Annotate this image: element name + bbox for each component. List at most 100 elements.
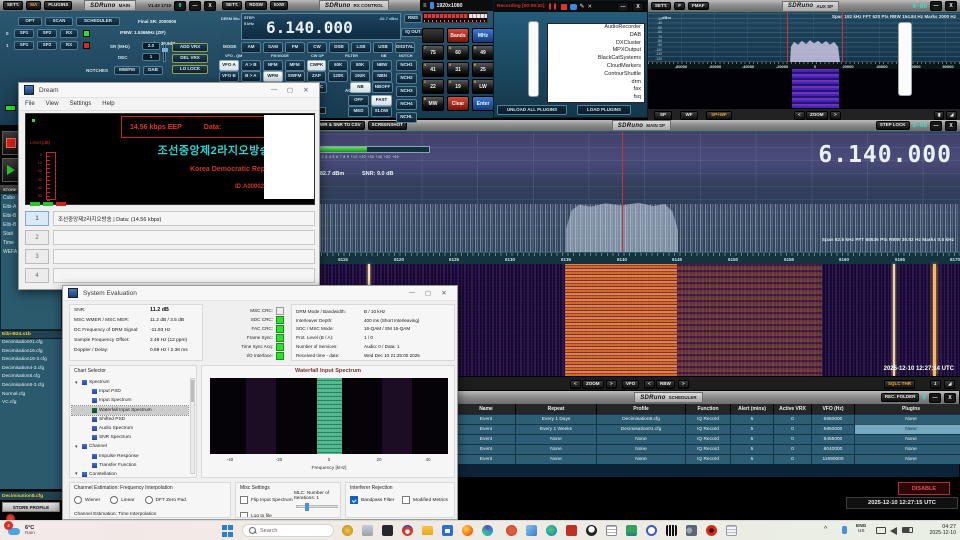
rx-grid-button[interactable]: A > B <box>241 60 261 71</box>
notch-button[interactable]: NCH3 <box>396 86 417 97</box>
rx-grid-button[interactable]: SWFM <box>285 71 305 82</box>
fmaf-button[interactable]: FMAF <box>688 2 709 11</box>
scheduler-cell[interactable]: None <box>597 454 686 464</box>
keypad-key[interactable]: 860 <box>447 45 469 60</box>
plugin-list-item[interactable]: fax <box>548 86 644 94</box>
tree-item[interactable]: SNR Spectrum <box>72 433 188 442</box>
speaker-tray-icon[interactable] <box>890 527 897 535</box>
scheduler-row[interactable]: EventEvery 1 DaysDecimisation8.cfgIQ Rec… <box>457 414 960 424</box>
tree-item[interactable]: Impulse Response <box>72 452 188 461</box>
ma-button[interactable]: MA <box>26 1 41 10</box>
disable-button[interactable]: DISABLE <box>898 482 950 495</box>
scheduler-cell[interactable]: 5 <box>731 444 774 454</box>
store-profile-button[interactable]: STORE PROFILE <box>2 502 60 512</box>
profile-list-item[interactable]: Decimisation01.cfg <box>0 339 62 348</box>
mlc-slider-thumb[interactable] <box>305 503 309 511</box>
close-icon[interactable]: X <box>945 1 957 11</box>
modified-metrics-option[interactable]: Modified Metrics <box>402 496 448 504</box>
settings-button[interactable]: SETT. <box>222 1 242 10</box>
scheduler-cell[interactable]: Decimisation8.cfg <box>597 414 686 424</box>
vrx0-sp1-button[interactable]: SP1 <box>14 29 34 38</box>
close-icon[interactable]: X <box>944 393 956 403</box>
scheduler-cell[interactable]: 5850000 <box>812 424 855 434</box>
aux-spectrum[interactable]: dBm -30-40-50-60-70-80-90-100-110-120 Sp… <box>648 12 960 62</box>
record-tray-icon[interactable] <box>706 525 717 536</box>
frequency-display[interactable]: STEP: 5 kHz 6.140.000 -82.7 dBm <box>241 13 401 40</box>
notch-button[interactable]: NCH1 <box>396 60 417 71</box>
puzzle-tray-icon[interactable] <box>566 525 577 536</box>
agc-button[interactable]: FAST <box>371 95 392 106</box>
notch-button[interactable]: NCH4 <box>396 99 417 110</box>
rec-folder-button[interactable]: REC. FOLDER <box>881 393 920 402</box>
scheduler-cell[interactable]: 9455000 <box>812 434 855 444</box>
weather-widget[interactable]: 4 6°C Rain <box>6 524 35 537</box>
minimize-button[interactable]: — <box>930 121 942 131</box>
mode-button[interactable]: USB <box>373 42 393 53</box>
minimize-button[interactable]: — <box>266 86 282 94</box>
battery-tray-icon[interactable] <box>902 527 913 533</box>
plugin-list-item[interactable]: drm <box>548 79 644 87</box>
service-button-1[interactable]: 1 <box>25 211 49 226</box>
plugin-list-item[interactable]: DXCluster <box>548 40 644 48</box>
minimize-button[interactable]: — <box>189 1 201 11</box>
dec-slider-thumb[interactable] <box>162 48 168 52</box>
keypad-key[interactable]: 3LW <box>472 79 494 94</box>
scheduler-cell[interactable]: 6040000 <box>812 444 855 454</box>
scheduler-cell[interactable]: 0 <box>774 444 812 454</box>
radio-icon[interactable] <box>74 496 82 504</box>
checkbox-icon[interactable] <box>402 496 410 504</box>
plugin-list-item[interactable]: DAB <box>548 32 644 40</box>
exw-button[interactable]: EXW <box>270 1 288 10</box>
firefox-icon[interactable] <box>462 525 473 536</box>
microsoft-store-icon[interactable] <box>442 525 453 536</box>
pause-icon[interactable]: ❚❚ <box>547 3 557 10</box>
scheduler-header-cell[interactable]: Active VRX <box>774 404 812 414</box>
headphones-app-icon[interactable] <box>402 525 413 536</box>
plugin-list-item[interactable]: CloudMarkers <box>548 63 644 71</box>
stack-app-icon[interactable] <box>362 525 373 536</box>
scheduler-header-cell[interactable]: Function <box>686 404 731 414</box>
mode-button[interactable]: SAM <box>263 42 283 53</box>
wf-view-button[interactable]: WF <box>680 111 698 120</box>
settings-button[interactable]: SETT. <box>651 2 671 11</box>
service-info-1[interactable]: 조선중앙제2라지오방송 | Data: (14.56 kbps) <box>53 211 315 226</box>
scheduler-row[interactable]: EventNoneNoneIQ Record506040000None <box>457 444 960 454</box>
plugin-list-item[interactable]: AudioRecorder <box>548 24 644 32</box>
plugin-list-item[interactable]: ContourShuttle <box>548 71 644 79</box>
unload-all-plugins-button[interactable]: UNLOAD ALL PLUGINS <box>497 105 567 115</box>
scheduler-header-cell[interactable]: Repeat <box>516 404 597 414</box>
keypad-key[interactable]: 0MW <box>422 96 444 111</box>
tree-item[interactable]: Shifted PSD <box>72 415 188 424</box>
profile-list-item[interactable]: Decimisation8.cfg <box>0 373 62 382</box>
scheduler-cell[interactable]: 0 <box>774 424 812 434</box>
service-button-3[interactable]: 3 <box>25 249 49 264</box>
scheduler-cell[interactable]: Every 1 Weeks <box>516 424 597 434</box>
agc-button[interactable]: MED <box>348 106 369 117</box>
rms-button[interactable]: RMS <box>404 14 422 23</box>
tree-item[interactable]: ▾Spectrum <box>72 378 188 387</box>
profile-list-item[interactable]: Decimisation8-3.cfg <box>0 382 62 391</box>
mode-button[interactable]: DIGITAL <box>395 42 415 53</box>
scheduler-cell[interactable]: 5 <box>731 434 774 444</box>
close-icon[interactable]: X <box>945 121 957 131</box>
menu-item[interactable]: File <box>25 101 35 107</box>
service-info-2[interactable] <box>53 230 315 245</box>
keypad-key[interactable]: 441 <box>422 62 444 77</box>
notch-button[interactable]: NCHL <box>396 112 417 123</box>
clock-widget[interactable]: 04:27 2025-12-10 <box>918 524 956 536</box>
rx-grid-button[interactable]: NBOFF <box>372 82 393 93</box>
clear-icon[interactable]: ✕ <box>588 4 593 10</box>
scheduler-cell[interactable]: Event <box>457 414 516 424</box>
close-icon[interactable]: X <box>204 1 216 11</box>
scheduler-cell[interactable]: None <box>855 434 960 444</box>
resize-handle-icon[interactable]: ◢ <box>944 380 955 389</box>
tree-item[interactable]: Waterfall Input Spectrum <box>72 406 188 415</box>
scheduler-cell[interactable]: None <box>855 424 960 434</box>
rx-grid-button[interactable]: 80K <box>350 60 370 71</box>
scheduler-button[interactable]: SCHEDULER <box>76 17 120 26</box>
mode-button[interactable]: LSB <box>351 42 371 53</box>
keypad-key[interactable]: 531 <box>447 62 469 77</box>
syseval-titlebar[interactable]: System Evaluation — ▢ ✕ <box>63 286 457 301</box>
maximize-button[interactable]: ▢ <box>420 289 436 297</box>
radio-icon[interactable] <box>145 496 153 504</box>
